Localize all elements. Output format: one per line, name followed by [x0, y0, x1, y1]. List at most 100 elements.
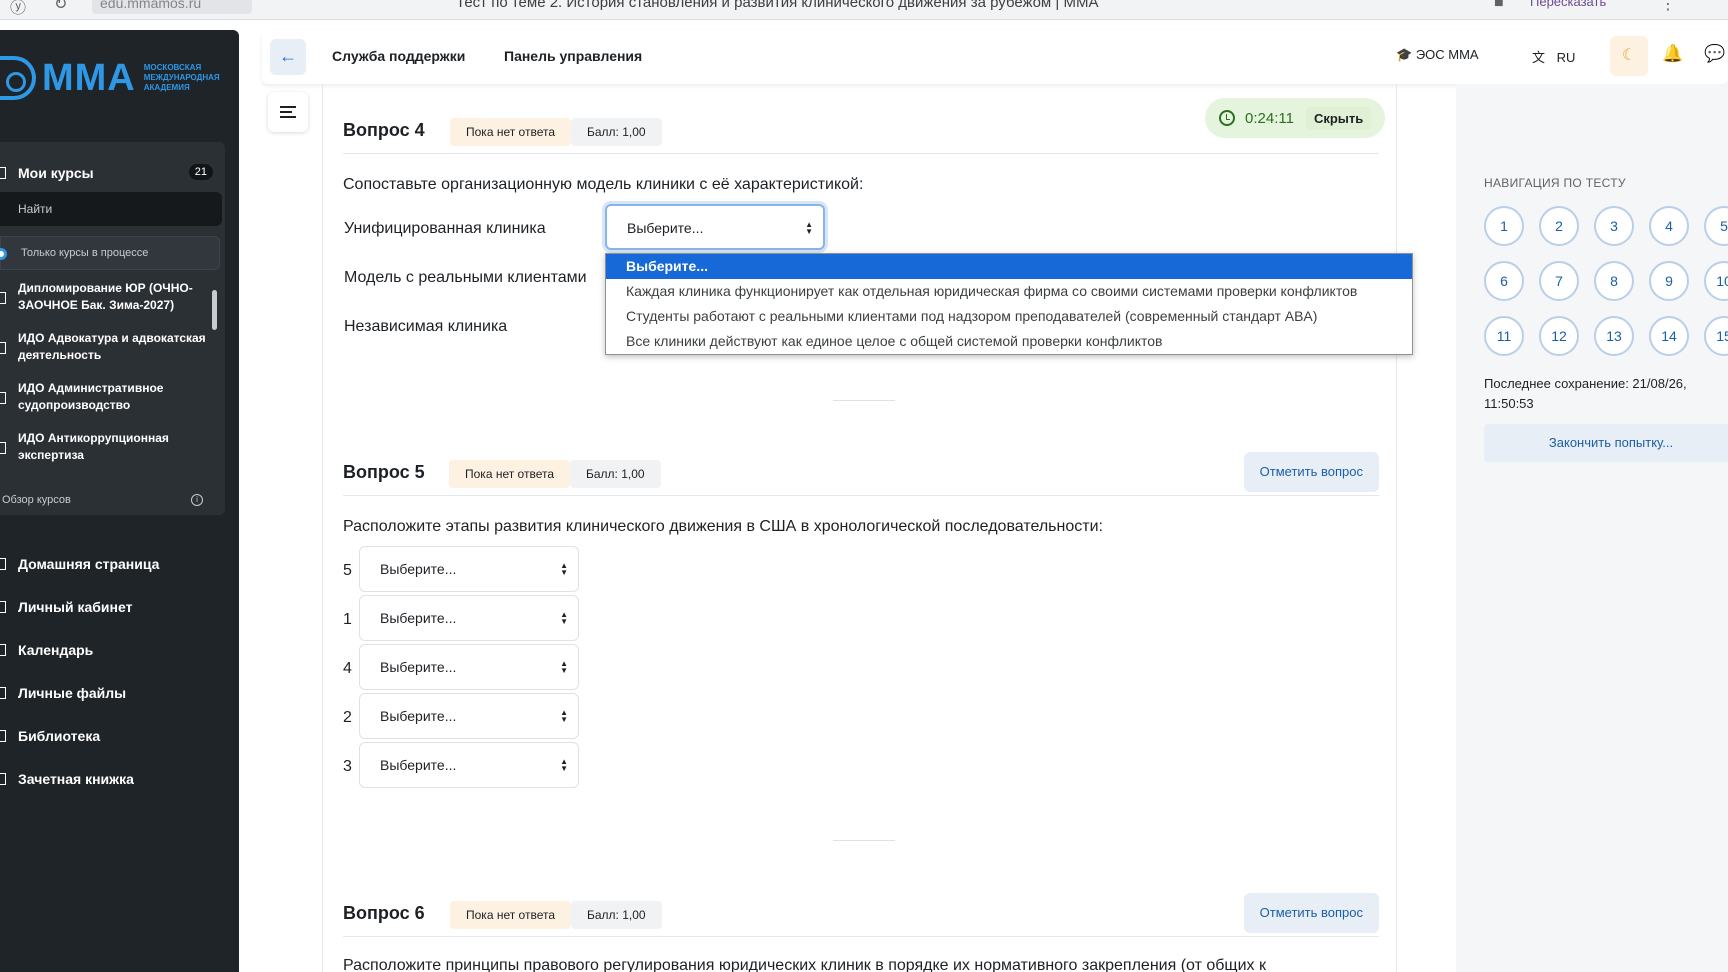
match-select-1[interactable]: Выберите... ▲ ▼	[605, 204, 825, 250]
quiz-nav-button[interactable]: 11	[1484, 316, 1524, 356]
quiz-nav-button[interactable]: 13	[1594, 316, 1634, 356]
course-item[interactable]: Дипломирование ЮР (ОЧНО-ЗАОЧНОЕ Бак. Зим…	[0, 280, 218, 330]
clock-icon	[1219, 110, 1235, 126]
info-icon[interactable]: i	[191, 494, 203, 506]
courses-panel: Мои курсы 21 Найти Только курсы в процес…	[0, 142, 225, 515]
quiz-nav-title: НАВИГАЦИЯ ПО ТЕСТУ	[1484, 176, 1626, 190]
quiz-nav-button[interactable]: 2	[1539, 206, 1579, 246]
dropdown-option[interactable]: Все клиники действуют как единое целое с…	[606, 329, 1412, 354]
hide-timer-button[interactable]: Скрыть	[1305, 106, 1372, 130]
order-select[interactable]: Выберите... ▲ ▼	[359, 595, 579, 641]
course-title: ИДО Антикоррупционная экспертиза	[18, 431, 169, 462]
status-badge: Пока нет ответа	[450, 118, 572, 146]
order-select[interactable]: Выберите... ▲ ▼	[359, 546, 579, 592]
quiz-nav-button[interactable]: 10	[1704, 261, 1728, 301]
order-number: 1	[343, 611, 352, 628]
question-header: Вопрос 5 Пока нет ответа Балл: 1,00 Отме…	[343, 446, 1379, 496]
address-bar[interactable]: edu.mmamos.ru	[92, 0, 252, 14]
flag-question-button[interactable]: Отметить вопрос	[1243, 452, 1379, 492]
question-5: Вопрос 5 Пока нет ответа Балл: 1,00 Отме…	[343, 446, 1379, 846]
last-save-text: Последнее сохранение: 21/08/26, 11:50:53	[1484, 376, 1687, 411]
quiz-nav-button[interactable]: 8	[1594, 261, 1634, 301]
quiz-nav-button[interactable]: 4	[1649, 206, 1689, 246]
question-header: Вопрос 6 Пока нет ответа Балл: 1,00 Отме…	[343, 887, 1379, 937]
courses-icon	[0, 167, 6, 179]
sidebar-item-library[interactable]: Библиотека	[0, 714, 239, 757]
quiz-nav-button[interactable]: 3	[1594, 206, 1634, 246]
quiz-nav-button[interactable]: 9	[1649, 261, 1689, 301]
select-arrows-icon: ▲ ▼	[805, 220, 813, 236]
quiz-nav-button[interactable]: 15	[1704, 316, 1728, 356]
question-title: Вопрос 6	[343, 903, 425, 923]
eos-link[interactable]: 🎓 ЭОС ММА	[1396, 47, 1479, 63]
back-arrow-icon[interactable]: ←	[270, 39, 306, 75]
finish-attempt-button[interactable]: Закончить попытку...	[1484, 424, 1728, 462]
select-value: Выберите...	[380, 757, 457, 773]
course-list: Дипломирование ЮР (ОЧНО-ЗАОЧНОЕ Бак. Зим…	[0, 280, 218, 480]
logo-word: ММА	[42, 56, 136, 99]
dark-mode-toggle[interactable]: ☾	[1610, 36, 1648, 76]
dashboard-link[interactable]: Панель управления	[504, 48, 642, 64]
sidebar-item-home[interactable]: Домашняя страница	[0, 542, 239, 585]
sidebar-item-files[interactable]: Личные файлы	[0, 671, 239, 714]
question-divider	[833, 840, 895, 841]
select-arrows-icon: ▲ ▼	[560, 757, 568, 773]
dropdown-option[interactable]: Выберите...	[606, 254, 1412, 279]
order-select[interactable]: Выберите... ▲ ▼	[359, 742, 579, 788]
my-courses-header[interactable]: Мои курсы 21	[0, 158, 225, 188]
course-search-input[interactable]: Найти	[0, 192, 222, 226]
menu-label: Зачетная книжка	[18, 770, 134, 787]
browser-chrome: ⓨ ↻ edu.mmamos.ru Тест по теме 2. Истори…	[0, 0, 1728, 20]
browse-courses-link[interactable]: Обзор курсов i	[0, 488, 225, 512]
bookmark-icon[interactable]: ■	[1494, 0, 1504, 12]
order-select[interactable]: Выберите... ▲ ▼	[359, 644, 579, 690]
menu-line	[280, 106, 296, 108]
quiz-nav-button[interactable]: 1	[1484, 206, 1524, 246]
course-list-scrollbar[interactable]	[212, 290, 217, 330]
messages-icon[interactable]: 💬	[1704, 44, 1725, 64]
browser-profile-icon[interactable]: ⓨ	[10, 0, 26, 18]
top-navbar: ← Служба поддержки Панель управления 🎓 Э…	[262, 30, 1728, 84]
select-value: Выберите...	[627, 220, 704, 236]
course-icon	[0, 342, 6, 354]
gradebook-icon	[0, 773, 6, 785]
menu-dots-icon[interactable]: ⋮	[1660, 0, 1676, 14]
course-item[interactable]: ИДО Антикоррупционная экспертиза	[0, 430, 218, 480]
order-number: 2	[343, 709, 352, 726]
toc-toggle-button[interactable]	[268, 92, 308, 132]
bell-icon[interactable]: 🔔	[1662, 44, 1683, 64]
mma-logo[interactable]: ММА Московская международная академия	[0, 56, 224, 100]
dropdown-option[interactable]: Студенты работают с реальными клиентами …	[606, 304, 1412, 329]
quiz-nav-button[interactable]: 7	[1539, 261, 1579, 301]
sidebar-item-profile[interactable]: Личный кабинет	[0, 585, 239, 628]
quiz-nav-button[interactable]: 5	[1704, 206, 1728, 246]
quiz-nav-button[interactable]: 6	[1484, 261, 1524, 301]
select-value: Выберите...	[380, 561, 457, 577]
summarize-extension[interactable]: Пересказать	[1530, 0, 1606, 9]
dropdown-option[interactable]: Каждая клиника функционирует как отдельн…	[606, 279, 1412, 304]
question-text: Сопоставьте организационную модель клини…	[343, 176, 864, 193]
course-title: ИДО Адвокатура и адвокатская деятельност…	[18, 331, 206, 362]
filter-toggle[interactable]	[0, 248, 7, 260]
logo-mark-icon	[0, 56, 36, 100]
reload-icon[interactable]: ↻	[54, 0, 67, 14]
select-arrows-icon: ▲ ▼	[560, 610, 568, 626]
support-link[interactable]: Служба поддержки	[332, 48, 465, 64]
filter-label: Только курсы в процессе	[21, 247, 149, 259]
in-progress-filter[interactable]: Только курсы в процессе	[0, 236, 220, 270]
quiz-nav-button[interactable]: 12	[1539, 316, 1579, 356]
sidebar-item-calendar[interactable]: Календарь	[0, 628, 239, 671]
course-item[interactable]: ИДО Адвокатура и адвокатская деятельност…	[0, 330, 218, 380]
flag-question-button[interactable]: Отметить вопрос	[1243, 893, 1379, 933]
course-icon	[0, 442, 6, 454]
course-item[interactable]: ИДО Административное судопроизводство	[0, 380, 218, 430]
courses-count-badge: 21	[188, 164, 213, 180]
language-switcher[interactable]: 文 RU	[1532, 47, 1575, 66]
order-select[interactable]: Выберите... ▲ ▼	[359, 693, 579, 739]
menu-line	[280, 111, 292, 113]
quiz-nav-button[interactable]: 14	[1649, 316, 1689, 356]
menu-line	[280, 116, 296, 118]
order-number: 4	[343, 660, 352, 677]
graduation-cap-icon: 🎓	[1396, 47, 1416, 62]
sidebar-item-gradebook[interactable]: Зачетная книжка	[0, 757, 239, 800]
